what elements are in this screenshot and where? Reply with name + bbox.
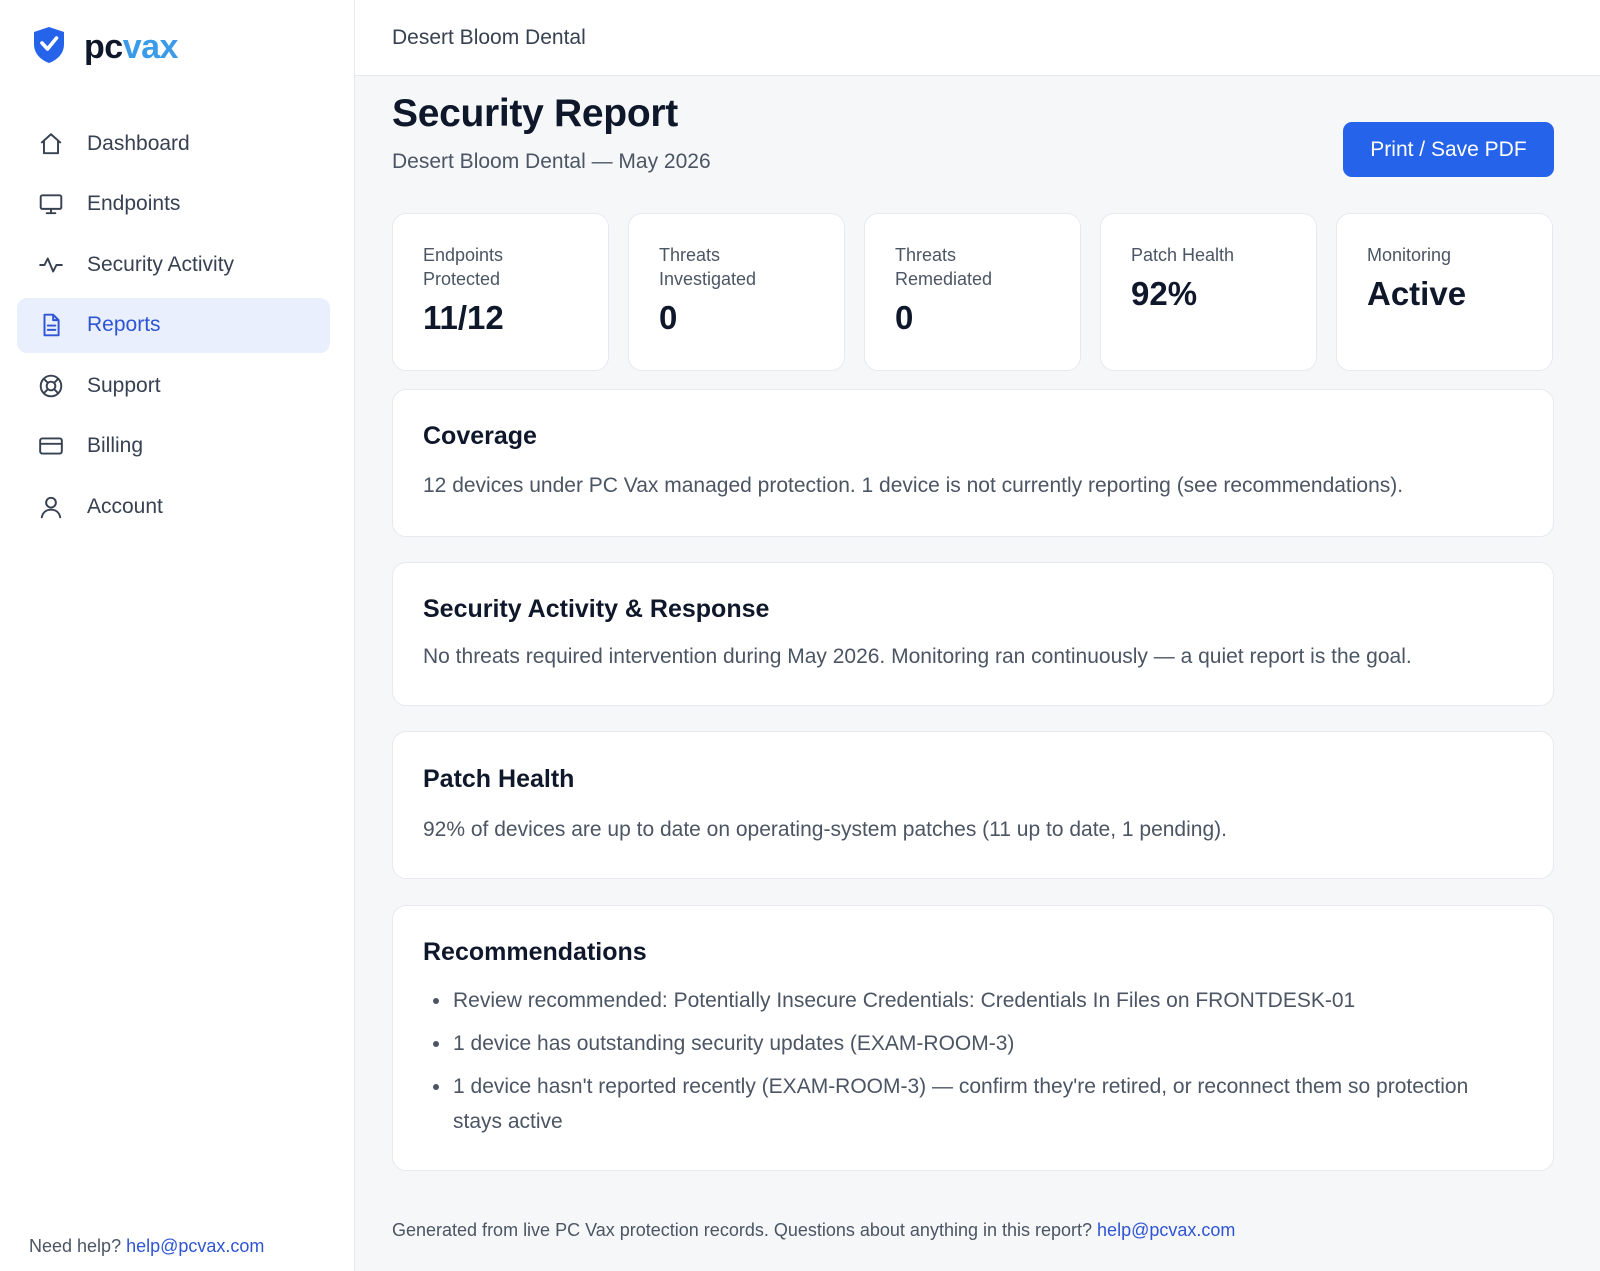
document-icon	[37, 311, 65, 339]
sidebar-item-label: Dashboard	[87, 131, 190, 155]
patch-health-body: 92% of devices are up to date on operati…	[423, 818, 1227, 841]
page-title: Security Report	[392, 92, 678, 135]
user-icon	[37, 493, 65, 521]
security-activity-title: Security Activity & Response	[423, 595, 770, 623]
security-activity-body: No threats required intervention during …	[423, 645, 1412, 668]
recommendation-item: Review recommended: Potentially Insecure…	[423, 983, 1523, 1018]
coverage-card: Coverage 12 devices under PC Vax managed…	[392, 389, 1554, 537]
sidebar-item-account[interactable]: Account	[17, 479, 330, 534]
patch-health-card: Patch Health 92% of devices are up to da…	[392, 731, 1554, 879]
stats-row: Endpoints Protected 11/12 Threats Investig…	[392, 213, 1554, 371]
topbar: Desert Bloom Dental	[355, 0, 1600, 76]
help-text: Need help?	[29, 1236, 122, 1256]
recommendations-list: Review recommended: Potentially Insecure…	[423, 983, 1523, 1139]
stat-card-threats-remediated: Threats Remediated 0	[864, 213, 1081, 371]
monitor-icon	[37, 190, 65, 218]
stat-value: 11/12	[423, 299, 504, 336]
report-footer: Generated from live PC Vax protection re…	[392, 1220, 1235, 1241]
lifebuoy-icon	[37, 372, 65, 400]
print-save-pdf-button[interactable]: Print / Save PDF	[1343, 122, 1554, 177]
stat-label: Threats Remediated	[895, 245, 993, 289]
stat-value: Active	[1367, 275, 1467, 312]
sidebar-item-security-activity[interactable]: Security Activity	[17, 237, 330, 292]
coverage-body: 12 devices under PC Vax managed protecti…	[423, 474, 1404, 497]
sidebar-item-label: Billing	[87, 434, 144, 457]
stat-value: 0	[659, 299, 678, 336]
patch-health-title: Patch Health	[423, 765, 575, 793]
footer-text: Generated from live PC Vax protection re…	[392, 1220, 1093, 1240]
credit-card-icon	[37, 432, 65, 460]
coverage-title: Coverage	[423, 422, 537, 450]
stat-label: Threats Investigated	[659, 245, 757, 289]
stat-value: 92%	[1131, 275, 1198, 312]
sidebar-nav: Dashboard Endpoints Security Activity Re…	[17, 116, 330, 540]
sidebar-item-endpoints[interactable]: Endpoints	[17, 177, 330, 232]
sidebar-item-support[interactable]: Support	[17, 358, 330, 413]
logo[interactable]: pcvax	[32, 26, 178, 69]
recommendations-title: Recommendations	[423, 938, 647, 966]
sidebar-item-label: Account	[87, 494, 163, 518]
stat-card-threats-investigated: Threats Investigated 0	[628, 213, 845, 371]
home-icon	[37, 130, 65, 158]
main-content: Desert Bloom Dental Security Report Dese…	[355, 0, 1600, 1271]
recommendations-card: Recommendations Review recommended: Pote…	[392, 905, 1554, 1171]
stat-label: Endpoints Protected	[423, 245, 504, 289]
page-subtitle: Desert Bloom Dental — May 2026	[392, 150, 711, 173]
stat-value: 0	[895, 299, 914, 336]
help-footer: Need help? help@pcvax.com	[29, 1236, 264, 1257]
recommendation-item: 1 device has outstanding security update…	[423, 1026, 1523, 1061]
brand-name: pcvax	[84, 28, 178, 66]
stat-card-patch-health: Patch Health 92%	[1100, 213, 1317, 371]
sidebar-item-label: Endpoints	[87, 192, 181, 215]
sidebar-item-label: Support	[87, 373, 161, 397]
stat-label: Patch Health	[1131, 245, 1235, 265]
sidebar-item-reports[interactable]: Reports	[17, 297, 330, 353]
sidebar-item-dashboard[interactable]: Dashboard	[17, 116, 330, 171]
stat-label: Monitoring	[1367, 245, 1452, 265]
sidebar: pcvax Dashboard Endpoints Security Activ…	[0, 0, 355, 1271]
stat-card-endpoints-protected: Endpoints Protected 11/12	[392, 213, 609, 371]
sidebar-item-label: Security Activity	[87, 252, 235, 276]
help-email-link[interactable]: help@pcvax.com	[126, 1236, 264, 1256]
sidebar-item-billing[interactable]: Billing	[17, 419, 330, 474]
sidebar-item-label: Reports	[87, 313, 161, 336]
shield-logo-icon	[32, 26, 66, 69]
footer-email-link[interactable]: help@pcvax.com	[1097, 1220, 1235, 1240]
org-name: Desert Bloom Dental	[392, 25, 586, 49]
recommendation-item: 1 device hasn't reported recently (EXAM-…	[423, 1069, 1523, 1139]
stat-card-monitoring: Monitoring Active	[1336, 213, 1553, 371]
security-activity-card: Security Activity & Response No threats …	[392, 562, 1554, 706]
activity-icon	[37, 251, 65, 279]
